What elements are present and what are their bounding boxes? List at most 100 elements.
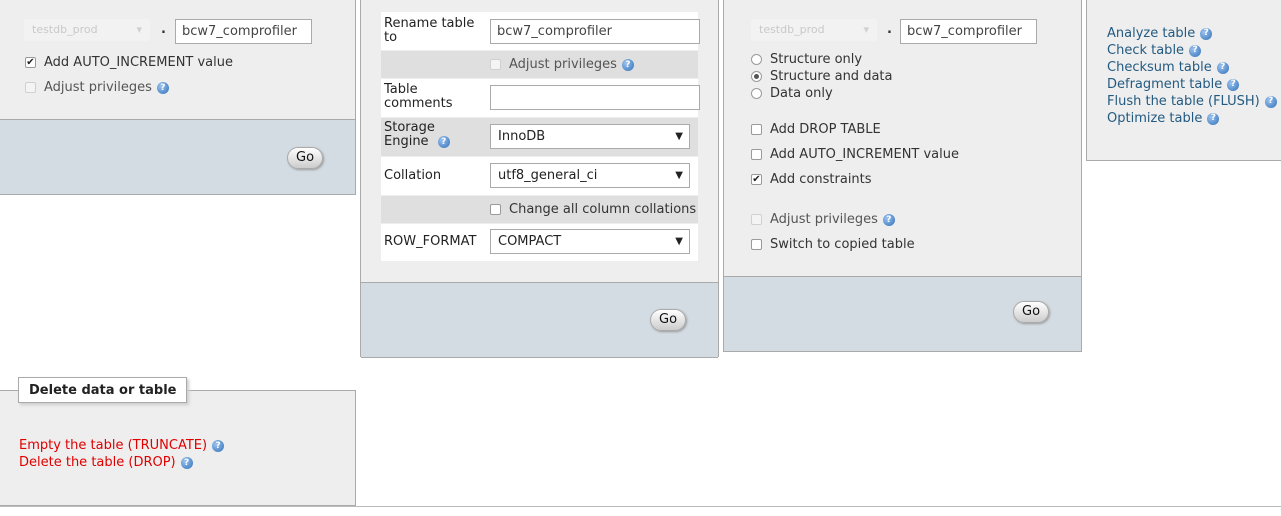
- copy-adjust-privileges-checkbox[interactable]: [751, 214, 762, 225]
- copy-table-name-input[interactable]: bcw7_comprofiler: [900, 19, 1037, 44]
- copy-go-button[interactable]: Go: [1013, 301, 1050, 323]
- move-table-name-input[interactable]: bcw7_comprofiler: [175, 19, 312, 44]
- switch-to-copied-checkbox[interactable]: [751, 239, 762, 250]
- copy-add-auto-increment-checkbox[interactable]: [751, 149, 762, 160]
- copy-adjust-privileges-option[interactable]: Adjust privileges ?: [751, 212, 895, 227]
- collation-row: Collation utf8_general_ci ▼: [381, 157, 698, 195]
- storage-engine-value: InnoDB: [498, 129, 546, 144]
- collation-value: utf8_general_ci: [498, 168, 598, 183]
- collation-select[interactable]: utf8_general_ci ▼: [490, 163, 690, 188]
- help-icon[interactable]: ?: [180, 456, 193, 469]
- help-icon[interactable]: ?: [1264, 95, 1277, 108]
- row-format-value: COMPACT: [498, 234, 562, 249]
- move-adjust-privileges-checkbox[interactable]: [25, 82, 36, 93]
- defragment-table-link[interactable]: Defragment table: [1107, 76, 1222, 93]
- truncate-table-link[interactable]: Empty the table (TRUNCATE): [19, 438, 207, 453]
- add-constraints-label: Add constraints: [770, 172, 872, 187]
- add-constraints-checkbox[interactable]: ✔: [751, 174, 762, 185]
- db-table-separator: .: [161, 22, 166, 37]
- change-collations-row: Change all column collations: [381, 196, 698, 223]
- switch-to-copied-label: Switch to copied table: [770, 237, 915, 252]
- copy-panel-footer: Go: [724, 276, 1081, 351]
- flush-table-link[interactable]: Flush the table (FLUSH): [1107, 93, 1260, 110]
- check-table-item: Check table ?: [1107, 42, 1277, 59]
- help-icon[interactable]: ?: [156, 81, 169, 94]
- analyze-table-link[interactable]: Analyze table: [1107, 25, 1195, 42]
- move-adjust-privileges-label: Adjust privileges: [44, 80, 152, 95]
- rename-table-input[interactable]: bcw7_comprofiler: [490, 19, 700, 44]
- chevron-down-icon: ▼: [675, 170, 683, 181]
- move-add-auto-increment-row[interactable]: ✔ Add AUTO_INCREMENT value: [25, 55, 233, 70]
- row-format-select[interactable]: COMPACT ▼: [490, 229, 690, 254]
- add-drop-table-label: Add DROP TABLE: [770, 122, 881, 137]
- row-format-row: ROW_FORMAT COMPACT ▼: [381, 224, 698, 261]
- rename-table-label: Rename table to: [384, 16, 475, 45]
- move-db-select-value: testdb_prod: [32, 23, 98, 36]
- checksum-table-link[interactable]: Checksum table: [1107, 59, 1212, 76]
- rename-row: Rename table to bcw7_comprofiler: [381, 12, 700, 50]
- help-icon[interactable]: ?: [882, 213, 895, 226]
- optimize-table-item: Optimize table ?: [1107, 110, 1277, 127]
- help-icon[interactable]: ?: [1207, 112, 1220, 125]
- help-icon[interactable]: ?: [1227, 78, 1240, 91]
- optimize-table-link[interactable]: Optimize table: [1107, 110, 1202, 127]
- defragment-table-item: Defragment table ?: [1107, 76, 1277, 93]
- storage-engine-label-text: Storage Engine: [384, 120, 435, 149]
- data-only-option[interactable]: Data only: [751, 86, 833, 101]
- structure-and-data-label: Structure and data: [770, 69, 893, 84]
- move-add-auto-increment-checkbox[interactable]: ✔: [25, 57, 36, 68]
- help-icon[interactable]: ?: [212, 439, 225, 452]
- page-divider: [0, 506, 1281, 507]
- check-table-link[interactable]: Check table: [1107, 42, 1184, 59]
- drop-table-link[interactable]: Delete the table (DROP): [19, 455, 176, 470]
- maintenance-list: Analyze table ? Check table ? Checksum t…: [1107, 25, 1277, 127]
- maintenance-panel: Analyze table ? Check table ? Checksum t…: [1086, 0, 1281, 161]
- structure-and-data-radio[interactable]: [751, 71, 762, 82]
- collation-label: Collation: [384, 168, 442, 183]
- data-only-radio[interactable]: [751, 88, 762, 99]
- options-adjust-privileges[interactable]: Adjust privileges ?: [490, 57, 634, 72]
- table-comments-label: Table comments: [384, 82, 453, 111]
- comments-row: Table comments: [381, 79, 700, 117]
- copy-table-panel: testdb_prod ▾ . bcw7_comprofiler Structu…: [723, 0, 1082, 352]
- options-go-button[interactable]: Go: [650, 309, 687, 331]
- analyze-table-item: Analyze table ?: [1107, 25, 1277, 42]
- change-all-collations-label: Change all column collations: [509, 202, 697, 217]
- add-drop-table-checkbox[interactable]: [751, 124, 762, 135]
- copy-db-select[interactable]: testdb_prod ▾: [751, 19, 877, 41]
- chevron-down-icon: ▾: [863, 23, 869, 36]
- help-icon[interactable]: ?: [1189, 44, 1202, 57]
- structure-only-option[interactable]: Structure only: [751, 52, 862, 67]
- table-comments-input[interactable]: [490, 85, 700, 110]
- row-format-label: ROW_FORMAT: [384, 234, 477, 249]
- storage-engine-select[interactable]: InnoDB ▼: [490, 124, 690, 149]
- delete-panel: Empty the table (TRUNCATE) ? Delete the …: [0, 390, 356, 506]
- radio-selected-dot: [754, 74, 759, 79]
- change-all-collations[interactable]: Change all column collations: [490, 202, 696, 217]
- db-table-separator: .: [887, 22, 892, 37]
- checksum-table-item: Checksum table ?: [1107, 59, 1277, 76]
- change-all-collations-checkbox[interactable]: [490, 204, 501, 215]
- move-db-select[interactable]: testdb_prod ▾: [24, 19, 150, 41]
- add-constraints-option[interactable]: ✔ Add constraints: [751, 172, 872, 187]
- move-table-panel: testdb_prod ▾ . bcw7_comprofiler ✔ Add A…: [0, 0, 356, 195]
- help-icon[interactable]: ?: [621, 58, 634, 71]
- add-drop-table-option[interactable]: Add DROP TABLE: [751, 122, 881, 137]
- copy-adjust-privileges-label: Adjust privileges: [770, 212, 878, 227]
- move-adjust-privileges-row[interactable]: Adjust privileges ?: [25, 80, 169, 95]
- switch-to-copied-option[interactable]: Switch to copied table: [751, 237, 915, 252]
- chevron-down-icon: ▼: [675, 131, 683, 142]
- structure-only-label: Structure only: [770, 52, 863, 67]
- structure-and-data-option[interactable]: Structure and data: [751, 69, 892, 84]
- copy-add-auto-increment-option[interactable]: Add AUTO_INCREMENT value: [751, 147, 959, 162]
- options-adjust-privileges-label: Adjust privileges: [509, 57, 617, 72]
- delete-panel-legend: Delete data or table: [18, 377, 188, 403]
- help-icon[interactable]: ?: [1216, 61, 1229, 74]
- help-icon[interactable]: ?: [437, 135, 450, 148]
- options-adjust-privileges-checkbox[interactable]: [490, 59, 501, 70]
- structure-only-radio[interactable]: [751, 54, 762, 65]
- help-icon[interactable]: ?: [1200, 27, 1213, 40]
- move-go-button[interactable]: Go: [287, 147, 324, 169]
- move-panel-footer: Go: [0, 119, 355, 194]
- copy-db-select-value: testdb_prod: [759, 23, 825, 36]
